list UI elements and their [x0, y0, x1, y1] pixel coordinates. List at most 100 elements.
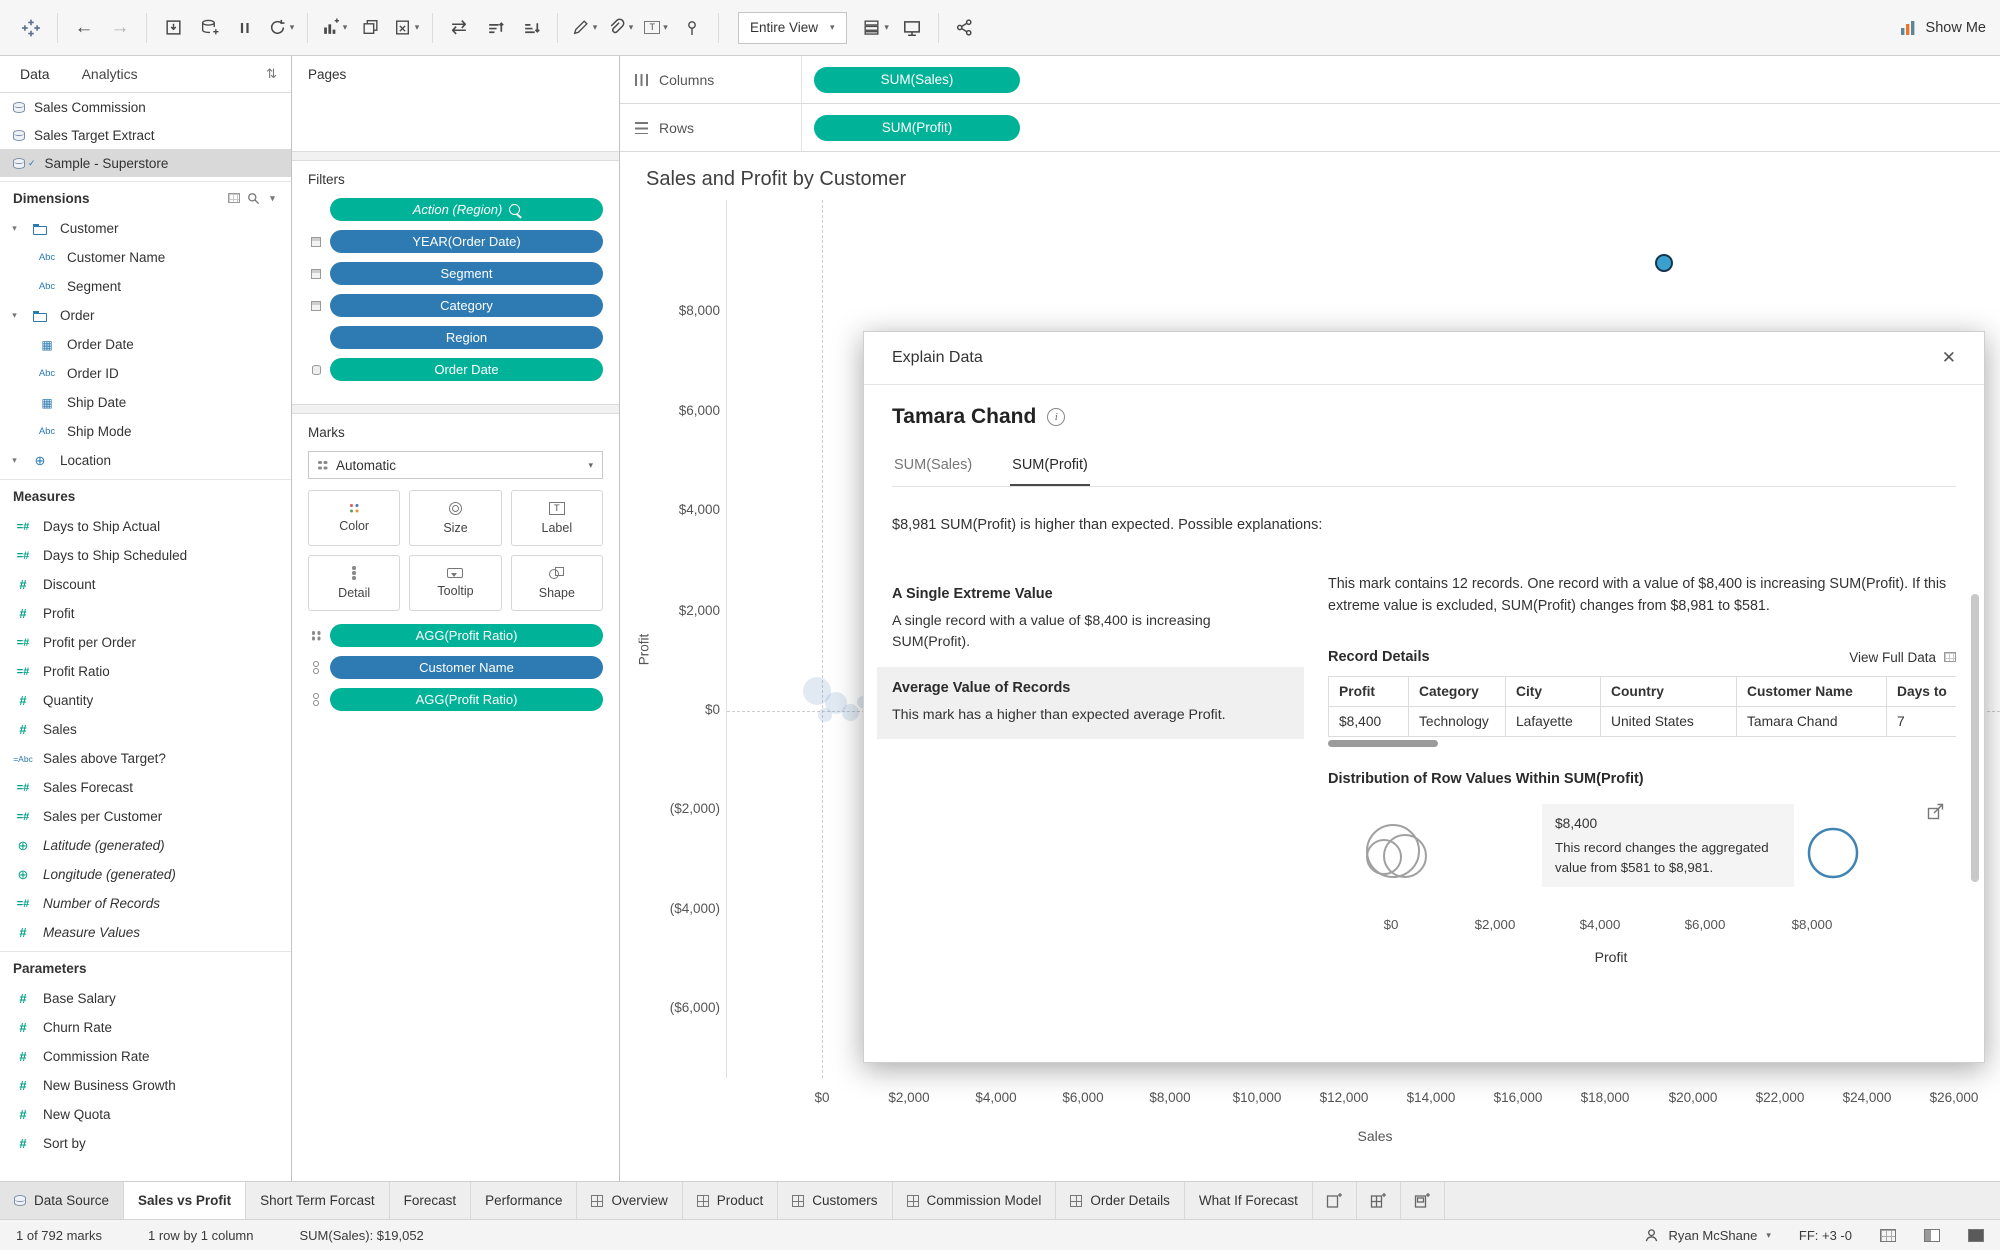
show-filmstrip-icon[interactable] — [1924, 1229, 1940, 1242]
measure-row[interactable]: Measure Values — [0, 918, 291, 947]
measure-row[interactable]: Sales per Customer — [0, 802, 291, 831]
dimension-row[interactable]: ▾Order — [0, 301, 291, 330]
swap-rows-columns-icon[interactable]: ⇄ — [442, 10, 476, 46]
dimension-row[interactable]: Ship Date — [0, 388, 291, 417]
view-data-grid-icon[interactable] — [228, 193, 240, 203]
measure-row[interactable]: Sales — [0, 715, 291, 744]
tab-short-term-forcast[interactable]: Short Term Forcast — [246, 1182, 390, 1219]
caret-down-icon[interactable]: ▾ — [9, 310, 20, 321]
y-axis-title[interactable]: Profit — [636, 634, 651, 666]
rows-pill-sum-profit[interactable]: SUM(Profit) — [814, 115, 1020, 141]
measure-row[interactable]: Profit Ratio — [0, 657, 291, 686]
dropdown-caret-icon[interactable]: ▾ — [663, 22, 668, 33]
new-data-source-icon[interactable] — [192, 10, 226, 46]
measure-row[interactable]: Profit per Order — [0, 628, 291, 657]
tab-analytics[interactable]: Analytics — [66, 56, 154, 92]
tab-sum-profit[interactable]: SUM(Profit) — [1010, 451, 1090, 486]
measure-row[interactable]: Latitude (generated) — [0, 831, 291, 860]
detail-button[interactable]: Detail — [308, 555, 400, 611]
tab-commission-model[interactable]: Commission Model — [893, 1182, 1057, 1219]
dropdown-caret-icon[interactable]: ▾ — [290, 22, 295, 33]
measure-row[interactable]: Longitude (generated) — [0, 860, 291, 889]
table-horizontal-scrollbar[interactable] — [1328, 740, 1438, 747]
dimension-row[interactable]: Ship Mode — [0, 417, 291, 446]
parameter-row[interactable]: Commission Rate — [0, 1042, 291, 1071]
info-icon[interactable]: i — [1047, 408, 1065, 426]
new-story-button[interactable] — [1401, 1182, 1445, 1219]
dialog-header[interactable]: Explain Data ✕ — [864, 332, 1984, 385]
dimension-row[interactable]: Order Date — [0, 330, 291, 359]
clear-sheet-icon[interactable]: ▾ — [389, 10, 423, 46]
sort-descending-icon[interactable] — [514, 10, 548, 46]
dimension-row[interactable]: Segment — [0, 272, 291, 301]
parameter-row[interactable]: Sort by — [0, 1129, 291, 1158]
dropdown-caret-icon[interactable]: ▾ — [629, 22, 634, 33]
user-menu[interactable]: Ryan McShane ▾ — [1644, 1228, 1770, 1243]
highlight-icon[interactable]: ▾ — [567, 10, 601, 46]
tooltip-button[interactable]: Tooltip — [409, 555, 501, 611]
columns-pill-sum-sales[interactable]: SUM(Sales) — [814, 67, 1020, 93]
parameter-row[interactable]: Base Salary — [0, 984, 291, 1013]
group-members-icon[interactable]: ▾ — [603, 10, 637, 46]
filter-pill-year-order-date[interactable]: YEAR(Order Date) — [330, 230, 603, 253]
dropdown-caret-icon[interactable]: ▾ — [593, 22, 598, 33]
open-in-new-icon[interactable] — [1927, 803, 1944, 823]
column-header[interactable]: City — [1506, 677, 1601, 707]
measure-row[interactable]: Sales above Target? — [0, 744, 291, 773]
dropdown-caret-icon[interactable]: ▾ — [415, 22, 420, 33]
pane-menu-caret-icon[interactable]: ▾ — [267, 193, 278, 204]
redo-icon[interactable]: → — [103, 10, 137, 46]
share-icon[interactable] — [948, 10, 982, 46]
run-update-icon[interactable]: ▾ — [264, 10, 298, 46]
mark-type-dropdown[interactable]: Automatic ▾ — [308, 451, 603, 479]
caret-down-icon[interactable]: ▾ — [9, 455, 20, 466]
parameter-row[interactable]: New Business Growth — [0, 1071, 291, 1100]
show-me-button[interactable]: Show Me — [1899, 19, 1986, 37]
dialog-scrollbar[interactable] — [1971, 594, 1979, 882]
view-full-data-link[interactable]: View Full Data — [1849, 650, 1956, 665]
tab-sum-sales[interactable]: SUM(Sales) — [892, 451, 974, 486]
label-button[interactable]: TLabel — [511, 490, 603, 546]
tab-sales-vs-profit[interactable]: Sales vs Profit — [124, 1182, 246, 1219]
marks-pill-customer-name[interactable]: Customer Name — [330, 656, 603, 679]
column-header[interactable]: Customer Name — [1737, 677, 1887, 707]
filter-pill-region[interactable]: Region — [330, 326, 603, 349]
new-dashboard-button[interactable] — [1357, 1182, 1401, 1219]
tab-overview[interactable]: Overview — [577, 1182, 682, 1219]
parameter-row[interactable]: Churn Rate — [0, 1013, 291, 1042]
column-header[interactable]: Days to — [1887, 677, 1957, 707]
caret-down-icon[interactable]: ▾ — [9, 223, 20, 234]
scatter-mark-cluster[interactable] — [818, 708, 832, 722]
x-axis-title[interactable]: Sales — [1275, 1128, 1475, 1144]
explanation-single-extreme-value[interactable]: A Single Extreme Value A single record w… — [877, 573, 1304, 667]
measure-row[interactable]: Sales Forecast — [0, 773, 291, 802]
rows-shelf[interactable]: Rows SUM(Profit) — [620, 104, 2000, 152]
measure-row[interactable]: Discount — [0, 570, 291, 599]
tab-data[interactable]: Data — [4, 56, 66, 92]
measure-row[interactable]: Profit — [0, 599, 291, 628]
column-header[interactable]: Profit — [1329, 677, 1409, 707]
measure-row[interactable]: Days to Ship Scheduled — [0, 541, 291, 570]
measure-row[interactable]: Days to Ship Actual — [0, 512, 291, 541]
show-tabs-icon[interactable] — [1968, 1229, 1984, 1242]
filter-pill-category[interactable]: Category — [330, 294, 603, 317]
dropdown-caret-icon[interactable]: ▾ — [830, 22, 835, 33]
tab-what-if-forecast[interactable]: What If Forecast — [1185, 1182, 1313, 1219]
undo-icon[interactable]: ← — [67, 10, 101, 46]
pane-sort-icon[interactable]: ⇅ — [266, 66, 287, 82]
column-header[interactable]: Category — [1409, 677, 1506, 707]
size-button[interactable]: Size — [409, 490, 501, 546]
data-source-item[interactable]: Sales Commission — [0, 93, 291, 121]
save-icon[interactable] — [156, 10, 190, 46]
dimension-row[interactable]: ▾Location — [0, 446, 291, 475]
dimension-row[interactable]: Order ID — [0, 359, 291, 388]
explanation-average-value[interactable]: Average Value of Records This mark has a… — [877, 667, 1304, 739]
tab-product[interactable]: Product — [683, 1182, 779, 1219]
show-sheets-grid-icon[interactable] — [1880, 1229, 1896, 1242]
scatter-mark-cluster[interactable] — [842, 704, 859, 721]
tab-order-details[interactable]: Order Details — [1056, 1182, 1185, 1219]
new-worksheet-icon[interactable]: ▾ — [317, 10, 351, 46]
color-button[interactable]: Color — [308, 490, 400, 546]
dimension-row[interactable]: Customer Name — [0, 243, 291, 272]
parameter-row[interactable]: New Quota — [0, 1100, 291, 1129]
